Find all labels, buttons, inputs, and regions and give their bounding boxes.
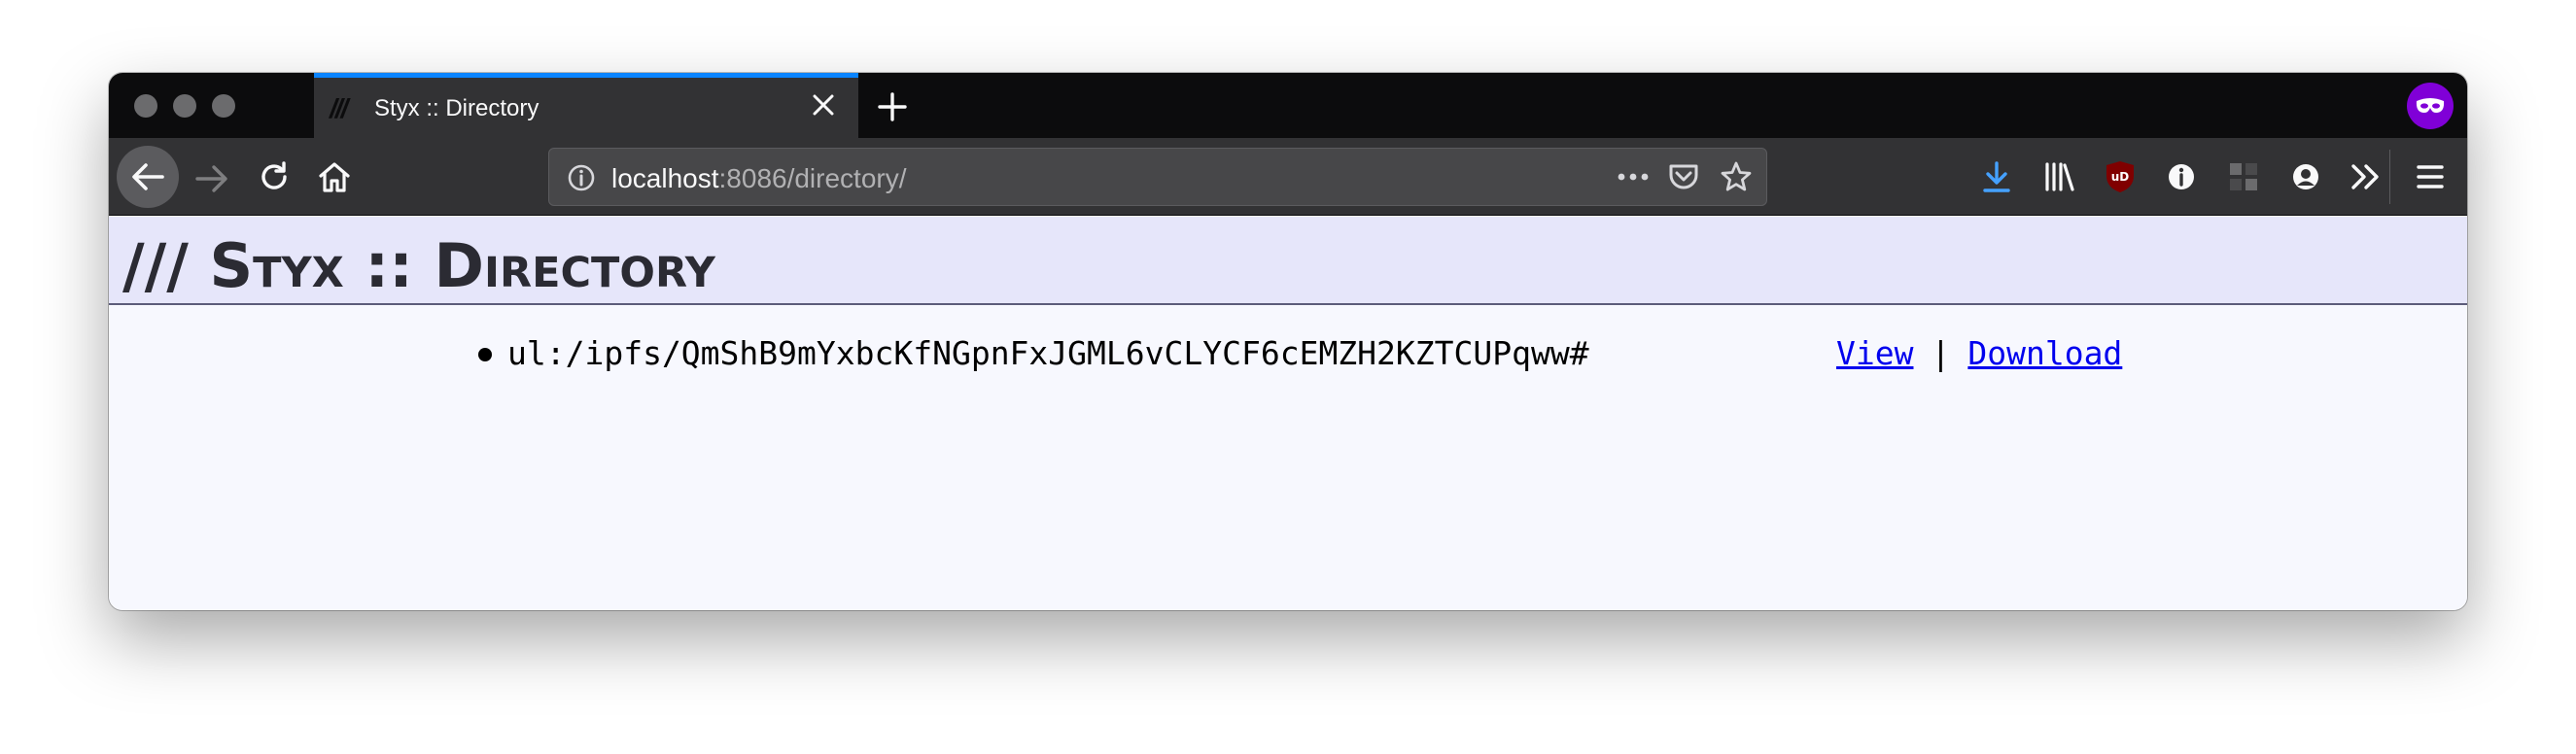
url-bar[interactable]: localhost:8086/directory/ <box>548 148 1767 206</box>
download-icon[interactable] <box>1977 157 2016 196</box>
reload-icon[interactable] <box>255 157 294 196</box>
pocket-icon[interactable] <box>1667 161 1700 197</box>
tab-favicon: /// <box>330 93 348 123</box>
window-zoom-light[interactable] <box>212 94 235 118</box>
svg-text:uD: uD <box>2111 170 2130 184</box>
url-host: localhost <box>611 163 719 193</box>
url-text[interactable]: localhost:8086/directory/ <box>611 163 907 194</box>
directory-list: ul:/ipfs/QmShB9mYxbcKfNGpnFxJGML6vCLYCF6… <box>478 330 2228 381</box>
navigation-toolbar: localhost:8086/directory/ uD <box>109 138 2467 216</box>
account-icon[interactable] <box>2286 157 2325 196</box>
forward-arrow-icon[interactable] <box>192 159 231 198</box>
extension-info-icon[interactable] <box>2162 157 2201 196</box>
view-link[interactable]: View <box>1836 334 1913 372</box>
tab-styx-directory[interactable]: /// Styx :: Directory <box>314 73 858 138</box>
window-minimize-light[interactable] <box>173 94 196 118</box>
extension-grid-icon[interactable] <box>2224 157 2263 196</box>
tab-strip: /// Styx :: Directory <box>109 73 2467 138</box>
page-title: /// Styx :: Directory <box>122 230 715 301</box>
tab-title: Styx :: Directory <box>374 95 540 121</box>
new-tab-plus-icon[interactable] <box>873 87 912 126</box>
back-arrow-icon[interactable] <box>117 146 179 208</box>
bullet <box>478 348 492 361</box>
window-close-light[interactable] <box>134 94 157 118</box>
directory-entry-name: ul:/ipfs/QmShB9mYxbcKfNGpnFxJGML6vCLYCF6… <box>507 334 1589 372</box>
home-icon[interactable] <box>315 157 354 196</box>
toolbar-separator <box>2389 150 2390 204</box>
hamburger-menu-icon[interactable] <box>2411 157 2450 196</box>
close-icon[interactable] <box>806 87 841 122</box>
info-icon[interactable] <box>567 163 596 197</box>
overflow-chevrons-icon[interactable] <box>2347 157 2385 196</box>
more-horizontal-icon[interactable] <box>1617 162 1650 196</box>
browser-window: /// Styx :: Directory localhost:8086/dir… <box>109 73 2467 610</box>
list-item: ul:/ipfs/QmShB9mYxbcKfNGpnFxJGML6vCLYCF6… <box>478 330 2228 381</box>
library-icon[interactable] <box>2039 157 2078 196</box>
download-link[interactable]: Download <box>1967 334 2122 372</box>
link-separator: | <box>1931 334 1951 372</box>
bookmark-star-icon[interactable] <box>1720 160 1753 198</box>
private-browsing-mask-icon <box>2407 83 2454 129</box>
page-header: /// Styx :: Directory <box>109 217 2467 305</box>
page-content: /// Styx :: Directory ul:/ipfs/QmShB9mYx… <box>109 217 2467 610</box>
ublock-shield-icon[interactable]: uD <box>2101 157 2140 196</box>
url-path: :8086/directory/ <box>718 163 907 193</box>
directory-entry-actions: View | Download <box>1836 334 2122 372</box>
